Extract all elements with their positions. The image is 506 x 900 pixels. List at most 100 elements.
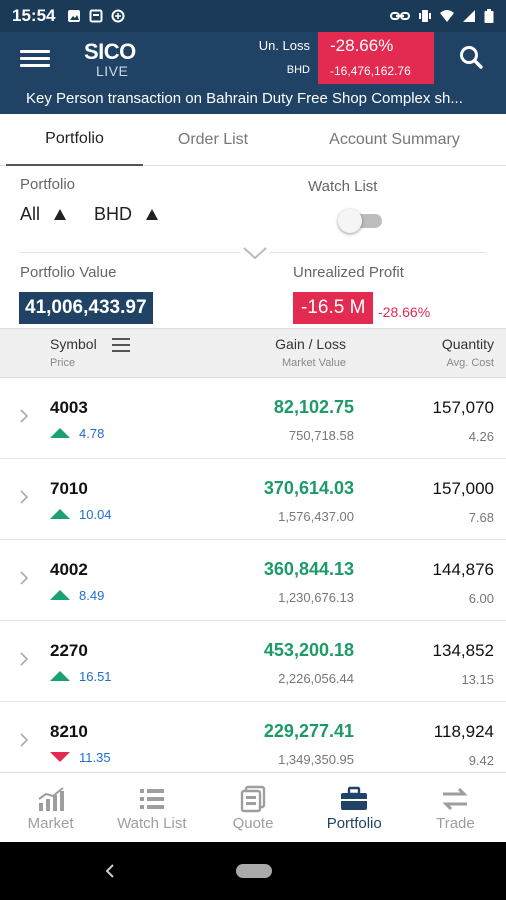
unrealized-loss-label: Un. Loss [258, 38, 310, 53]
wifi-icon [440, 10, 454, 22]
tab-portfolio[interactable]: Portfolio [6, 114, 143, 166]
row-gain-loss: 229,277.41 [263, 721, 354, 741]
tab-account-summary[interactable]: Account Summary [283, 114, 506, 166]
menu-icon[interactable] [20, 46, 50, 70]
nav-label: Quote [232, 815, 274, 832]
market-chart-icon [38, 787, 64, 811]
chevron-right-icon [20, 571, 29, 585]
quote-icon [240, 785, 266, 813]
table-row[interactable]: 4003 4.78 82,102.75 750,718.58 157,070 4… [0, 378, 506, 459]
clipboard-notification-icon [89, 9, 103, 23]
app-header: SICO LIVE Un. Loss BHD -28.66% -16,476,1… [0, 32, 506, 114]
unrealized-profit-label: Unrealized Profit [293, 264, 404, 281]
loss-percent: -28.66% [330, 36, 394, 55]
dropdown-triangle-icon [54, 209, 67, 220]
filters-panel: Portfolio All BHD Watch List [0, 166, 506, 262]
table-row[interactable]: 7010 10.04 370,614.03 1,576,437.00 157,0… [0, 459, 506, 540]
vibrate-icon [419, 10, 431, 22]
system-navigation-bar [0, 842, 506, 900]
row-symbol: 2270 [50, 641, 88, 660]
nav-label: Market [27, 815, 74, 832]
row-symbol: 4003 [50, 398, 88, 417]
watchlist-toggle[interactable] [336, 208, 384, 234]
row-market-value: 750,718.58 [288, 428, 354, 443]
currency-select[interactable]: BHD [94, 204, 159, 225]
row-gain-loss: 370,614.03 [263, 478, 354, 498]
loss-summary-box: -28.66% -16,476,162.76 [318, 32, 434, 84]
up-arrow-icon [50, 509, 70, 519]
row-avg-cost: 13.15 [461, 672, 494, 687]
status-bar: 15:54 [0, 0, 506, 32]
row-symbol: 8210 [50, 722, 88, 741]
market-value-column-subheader: Market Value [282, 357, 346, 369]
back-icon[interactable] [100, 860, 120, 882]
row-price: 8.49 [79, 588, 105, 603]
unrealized-profit-value: -16.5 M [293, 292, 374, 324]
loss-amount: -16,476,162.76 [330, 64, 411, 78]
row-price: 11.35 [79, 750, 111, 765]
nav-portfolio[interactable]: Portfolio [304, 773, 405, 842]
table-row[interactable]: 4002 8.49 360,844.13 1,230,676.13 144,87… [0, 540, 506, 621]
home-pill-icon[interactable] [236, 864, 272, 878]
row-gain-loss: 453,200.18 [263, 640, 354, 660]
row-market-value: 2,226,056.44 [278, 671, 354, 686]
swap-arrows-icon [442, 787, 469, 811]
holdings-table-header: Symbol Price Gain / Loss Market Value Qu… [0, 328, 506, 378]
row-avg-cost: 4.26 [468, 429, 494, 444]
image-notification-icon [68, 10, 81, 22]
portfolio-filter-label: Portfolio [20, 176, 76, 193]
symbol-column-header: Symbol [50, 336, 97, 352]
logo-top-text: SICO [84, 39, 136, 64]
chevron-right-icon [20, 490, 29, 504]
up-arrow-icon [50, 590, 70, 600]
table-row[interactable]: 2270 16.51 453,200.18 2,226,056.44 134,8… [0, 621, 506, 702]
portfolio-value: 41,006,433.97 [19, 292, 153, 324]
row-quantity: 134,852 [432, 641, 494, 660]
currency-label: BHD [286, 64, 310, 76]
price-column-subheader: Price [50, 357, 76, 369]
row-market-value: 1,576,437.00 [278, 509, 354, 524]
chevron-right-icon [20, 409, 29, 423]
nav-trade[interactable]: Trade [405, 773, 506, 842]
portfolio-select-value: All [20, 204, 41, 224]
portfolio-select[interactable]: All [20, 204, 67, 225]
bottom-navigation: Market Watch List Quote Portfolio Trade [0, 772, 506, 842]
status-time: 15:54 [12, 6, 56, 25]
signal-icon [463, 10, 475, 22]
row-price: 4.78 [79, 426, 105, 441]
down-arrow-icon [50, 752, 70, 762]
nav-watch-list[interactable]: Watch List [101, 773, 202, 842]
row-quantity: 157,070 [432, 398, 494, 417]
currency-select-value: BHD [94, 204, 133, 224]
nav-quote[interactable]: Quote [202, 773, 303, 842]
unrealized-profit-percent: -28.66% [378, 304, 431, 320]
row-avg-cost: 7.68 [468, 510, 494, 525]
portfolio-summary: Portfolio Value 41,006,433.97 Unrealized… [0, 256, 506, 328]
row-market-value: 1,230,676.13 [278, 590, 354, 605]
sort-menu-icon[interactable] [112, 338, 130, 354]
nav-market[interactable]: Market [0, 773, 101, 842]
row-price: 10.04 [79, 507, 112, 522]
loss-labels: Un. Loss BHD [250, 32, 314, 84]
watchlist-label: Watch List [308, 178, 378, 195]
table-row[interactable]: 8210 11.35 229,277.41 1,349,350.95 118,9… [0, 702, 506, 772]
row-avg-cost: 9.42 [468, 753, 494, 768]
quantity-column-header: Quantity [441, 336, 494, 352]
up-arrow-icon [50, 428, 70, 438]
tab-bar: Portfolio Order List Account Summary [0, 114, 506, 166]
row-symbol: 7010 [50, 479, 88, 498]
row-price: 16.51 [79, 669, 112, 684]
dropdown-triangle-icon [146, 209, 159, 220]
briefcase-icon [341, 786, 368, 810]
portfolio-value-label: Portfolio Value [20, 264, 117, 281]
row-symbol: 4002 [50, 560, 88, 579]
chevron-right-icon [20, 733, 29, 747]
row-gain-loss: 360,844.13 [263, 559, 354, 579]
search-icon[interactable] [458, 44, 484, 70]
gain-loss-column-header: Gain / Loss [275, 336, 346, 352]
chevron-right-icon [20, 652, 29, 666]
row-quantity: 118,924 [433, 722, 494, 741]
news-ticker[interactable]: Key Person transaction on Bahrain Duty F… [26, 90, 496, 107]
tab-order-list[interactable]: Order List [143, 114, 283, 166]
avg-cost-column-subheader: Avg. Cost [446, 357, 495, 369]
